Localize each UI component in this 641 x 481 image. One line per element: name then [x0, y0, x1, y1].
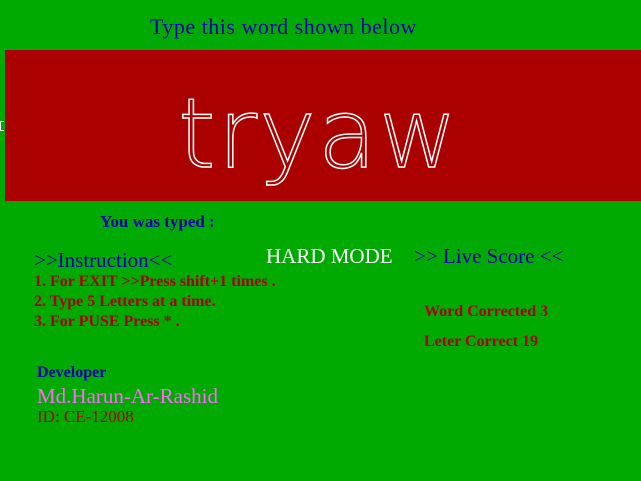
header-prompt: Type this word shown below [150, 14, 417, 39]
target-word: tryaw [177, 77, 460, 191]
live-score-title: >> Live Score << [414, 244, 564, 268]
words-corrected-score: Word Corrected 3 [424, 303, 549, 320]
letters-correct-score: Leter Correct 19 [424, 333, 539, 350]
instruction-item: 3. For PUSE Press * . [34, 313, 180, 330]
instruction-item: 1. For EXIT >>Press shift+1 times . [34, 273, 276, 290]
instruction-item: 2. Type 5 Letters at a time. [34, 293, 216, 310]
developer-label: Developer [37, 364, 107, 381]
mode-label: HARD MODE [266, 244, 393, 268]
developer-id: ID: CE-12008 [37, 407, 134, 426]
typed-label-text: You was typed : [100, 212, 215, 231]
developer-name: Md.Harun-Ar-Rashid [37, 384, 218, 408]
instructions-title: >>Instruction<< [34, 248, 173, 272]
cursor-marker [0, 121, 4, 131]
typed-label: You was typed : [100, 212, 215, 232]
